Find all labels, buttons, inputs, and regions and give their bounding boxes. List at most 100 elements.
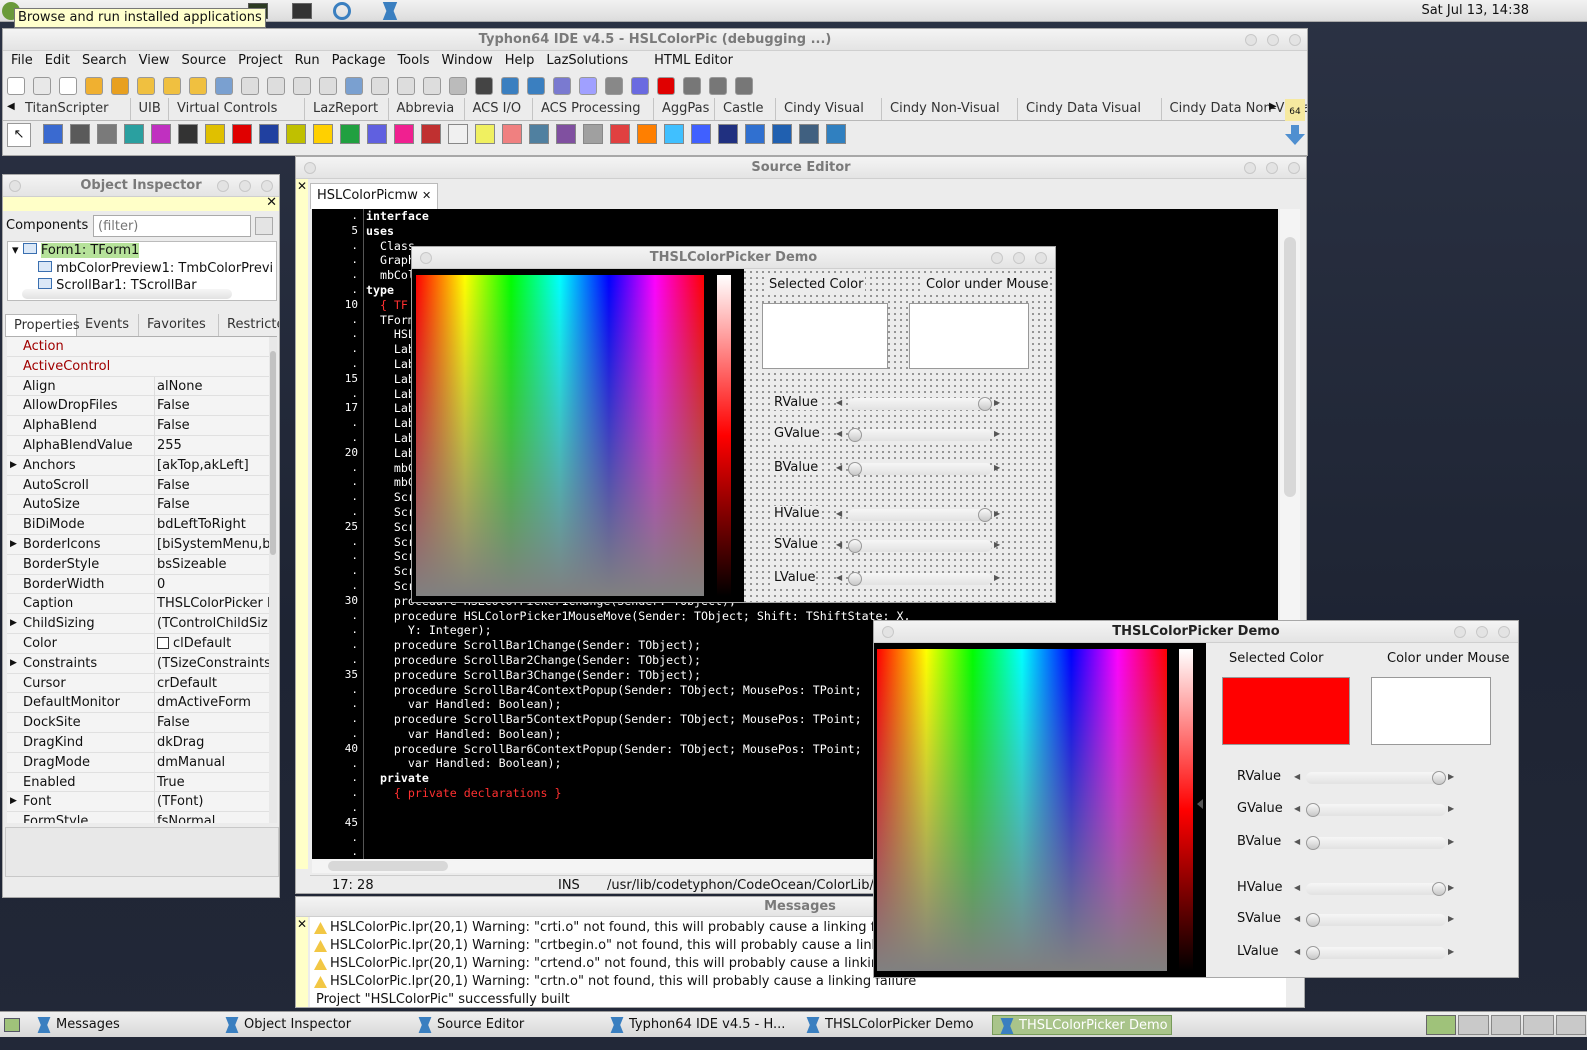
- running-hvalue-right-arrow-icon[interactable]: ▶: [1448, 883, 1454, 892]
- components-filter-input[interactable]: [93, 215, 251, 237]
- palette-tab-acs-processing[interactable]: ACS Processing: [533, 98, 654, 120]
- property-row[interactable]: ▶ Anchors [akTop,akLeft]: [7, 455, 269, 476]
- running-hvalue-slider[interactable]: [1432, 882, 1446, 896]
- design-rvalue-track[interactable]: [848, 398, 992, 410]
- property-row[interactable]: DefaultMonitor dmActiveForm: [7, 693, 269, 714]
- tree-item-form1[interactable]: ▾ Form1: TForm1: [12, 243, 140, 258]
- running-bvalue-track[interactable]: [1306, 837, 1446, 849]
- palette-component-3-icon[interactable]: [97, 124, 117, 144]
- property-row[interactable]: ActiveControl: [7, 357, 269, 377]
- se-close-icon[interactable]: [1288, 162, 1300, 174]
- property-row[interactable]: BorderWidth 0: [7, 574, 269, 595]
- property-value[interactable]: clDefault: [154, 634, 269, 653]
- property-value[interactable]: fsNormal: [154, 812, 269, 823]
- expand-arrow-icon[interactable]: ▶: [10, 535, 17, 554]
- design-svalue-right-arrow-icon[interactable]: ▶: [994, 540, 1000, 549]
- palette-component-18-icon[interactable]: [502, 124, 522, 144]
- design-gvalue-right-arrow-icon[interactable]: ▶: [994, 429, 1000, 438]
- message-line[interactable]: HSLColorPic.lpr(20,1) Warning: "crti.o" …: [314, 919, 912, 937]
- close-icon[interactable]: [1289, 34, 1301, 46]
- menu-tools[interactable]: Tools: [391, 51, 435, 71]
- property-value[interactable]: alNone: [154, 376, 269, 396]
- design-bvalue-track[interactable]: [848, 463, 992, 475]
- design-bvalue-right-arrow-icon[interactable]: ▶: [994, 463, 1000, 472]
- project-inspector-icon[interactable]: [215, 77, 233, 95]
- property-value[interactable]: 255: [154, 436, 269, 455]
- design-rvalue-left-arrow-icon[interactable]: ◀: [836, 398, 842, 407]
- taskbar-item-1[interactable]: Messages: [30, 1015, 218, 1035]
- palette-component-30-icon[interactable]: [826, 124, 846, 144]
- typhon-launcher-icon[interactable]: [382, 2, 398, 20]
- running-lvalue-slider[interactable]: [1306, 946, 1320, 960]
- palette-scroll-right-icon[interactable]: ▶: [1269, 101, 1277, 112]
- design-hvalue-left-arrow-icon[interactable]: ◀: [836, 509, 842, 518]
- palette-component-28-icon[interactable]: [772, 124, 792, 144]
- property-value[interactable]: crDefault: [154, 673, 269, 693]
- menu-help[interactable]: Help: [499, 51, 541, 71]
- menu-lazsolutions[interactable]: LazSolutions: [540, 51, 634, 71]
- palette-component-17-icon[interactable]: [475, 124, 495, 144]
- property-row[interactable]: AllowDropFiles False: [7, 396, 269, 417]
- design-gvalue-slider[interactable]: [848, 428, 862, 442]
- running-svalue-slider[interactable]: [1306, 913, 1320, 927]
- taskbar-item-5[interactable]: THSLColorPicker Demo: [799, 1015, 992, 1035]
- property-row[interactable]: ▶ BorderIcons [biSystemMenu,bi: [7, 535, 269, 555]
- clock[interactable]: Sat Jul 13, 14:38: [1421, 3, 1529, 18]
- running-hvalue-left-arrow-icon[interactable]: ◀: [1294, 883, 1300, 892]
- running-bvalue-right-arrow-icon[interactable]: ▶: [1448, 837, 1454, 846]
- expand-arrow-icon[interactable]: ▶: [10, 456, 17, 475]
- design-bvalue-slider[interactable]: [848, 462, 862, 476]
- running-rvalue-slider[interactable]: [1432, 771, 1446, 785]
- property-value[interactable]: [akTop,akLeft]: [154, 455, 269, 475]
- running-hvalue-track[interactable]: [1306, 883, 1446, 895]
- tree-item-colorpreview[interactable]: mbColorPreview1: TmbColorPrevi: [38, 261, 273, 276]
- running-bvalue-slider[interactable]: [1306, 836, 1320, 850]
- palette-component-5-icon[interactable]: [151, 124, 171, 144]
- property-value[interactable]: [biSystemMenu,bi: [154, 535, 269, 554]
- build-icon[interactable]: [449, 77, 467, 95]
- oi-info-close-icon[interactable]: ✕: [266, 195, 277, 210]
- minimize-icon[interactable]: [1245, 34, 1257, 46]
- property-row[interactable]: AlphaBlendValue 255: [7, 436, 269, 456]
- oi-title-bar[interactable]: Object Inspector: [3, 175, 279, 197]
- step-out-icon[interactable]: [735, 77, 753, 95]
- filter-clear-icon[interactable]: [255, 217, 273, 235]
- running-bvalue-left-arrow-icon[interactable]: ◀: [1294, 837, 1300, 846]
- property-value[interactable]: False: [154, 713, 269, 733]
- palette-component-4-icon[interactable]: [124, 124, 144, 144]
- design-hvalue-right-arrow-icon[interactable]: ▶: [994, 509, 1000, 518]
- palette-component-6-icon[interactable]: [178, 124, 198, 144]
- running-rvalue-right-arrow-icon[interactable]: ▶: [1448, 772, 1454, 781]
- palette-component-16-icon[interactable]: [448, 124, 468, 144]
- property-row[interactable]: BorderStyle bsSizeable: [7, 554, 269, 575]
- open-icon[interactable]: [85, 77, 103, 95]
- download-arrow-icon[interactable]: [1285, 125, 1305, 145]
- selection-pointer-button[interactable]: ↖: [7, 123, 31, 147]
- palette-component-19-icon[interactable]: [529, 124, 549, 144]
- design-svalue-track[interactable]: [848, 540, 992, 552]
- message-line[interactable]: HSLColorPic.lpr(20,1) Warning: "crtn.o" …: [314, 973, 916, 991]
- palette-tab-cindy-data-visual[interactable]: Cindy Data Visual: [1018, 98, 1162, 120]
- property-value[interactable]: False: [154, 416, 269, 436]
- property-value[interactable]: THSLColorPicker D: [154, 594, 269, 614]
- menu-file[interactable]: File: [5, 51, 39, 71]
- design-hvalue-track[interactable]: [848, 509, 992, 521]
- property-value[interactable]: (TSizeConstraints): [154, 653, 269, 673]
- maximize-icon[interactable]: [1267, 34, 1279, 46]
- oi-tab-favorites[interactable]: Favorites: [139, 314, 219, 336]
- palette-tab-cindy-visual[interactable]: Cindy Visual: [776, 98, 882, 120]
- palette-tab-titanscripter[interactable]: TitanScripter: [17, 98, 131, 120]
- property-row[interactable]: Enabled True: [7, 772, 269, 793]
- tree-hscroll[interactable]: [22, 289, 232, 299]
- taskbar-item-6[interactable]: THSLColorPicker Demo: [992, 1015, 1172, 1035]
- palette-component-7-icon[interactable]: [205, 124, 225, 144]
- running-gvalue-right-arrow-icon[interactable]: ▶: [1448, 804, 1454, 813]
- property-row[interactable]: BiDiMode bdLeftToRight: [7, 515, 269, 535]
- design-rvalue-slider[interactable]: [978, 397, 992, 411]
- editor-tab[interactable]: HSLColorPicmw ✕: [310, 183, 439, 209]
- compile-icon[interactable]: [475, 77, 493, 95]
- oi-tab-properties[interactable]: Properties: [5, 314, 80, 336]
- property-value[interactable]: False: [154, 396, 269, 416]
- taskbar-item-4[interactable]: Typhon64 IDE v4.5 - H...: [603, 1015, 799, 1035]
- palette-component-9-icon[interactable]: [259, 124, 279, 144]
